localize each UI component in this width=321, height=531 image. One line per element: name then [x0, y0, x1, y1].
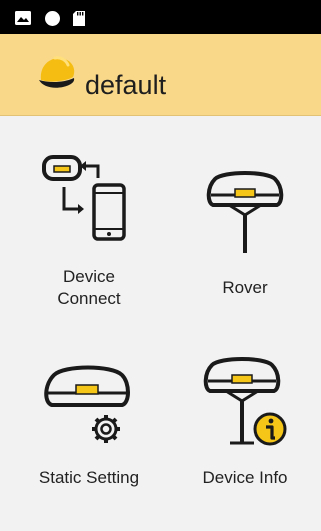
device-info-label: Device Info — [202, 468, 288, 487]
status-bar — [0, 0, 321, 34]
circle-icon — [45, 11, 60, 26]
image-icon — [15, 11, 31, 25]
main-menu-grid: Device Connect Rover Static Setting Devi… — [0, 117, 321, 531]
menu-item-device-connect[interactable]: Device Connect — [14, 143, 164, 308]
rover-label: Rover — [222, 278, 268, 297]
device-info-icon — [203, 357, 287, 446]
device-connect-label-line2: Connect — [57, 289, 121, 308]
helmet-icon — [39, 56, 75, 88]
app-title: default — [85, 70, 167, 100]
rover-icon — [206, 171, 284, 253]
static-setting-label: Static Setting — [38, 468, 140, 487]
menu-item-static-setting[interactable]: Static Setting — [14, 339, 164, 489]
menu-item-rover[interactable]: Rover — [170, 143, 320, 297]
static-setting-icon — [44, 365, 130, 445]
sd-card-icon — [73, 11, 85, 26]
app-bar: default — [0, 34, 321, 116]
menu-item-device-info[interactable]: Device Info — [170, 339, 320, 489]
device-connect-label-line1: Device — [63, 267, 115, 286]
device-connect-icon — [42, 155, 126, 241]
